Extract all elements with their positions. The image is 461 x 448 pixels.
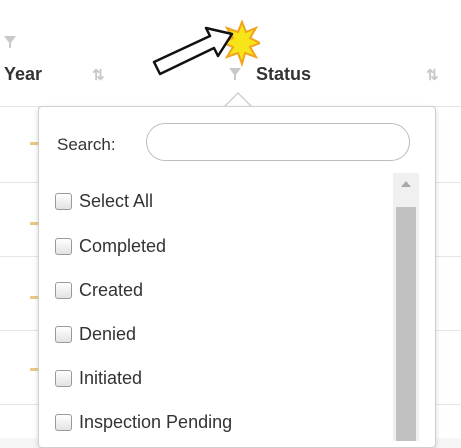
option-label: Select All <box>79 191 154 211</box>
filter-option-created[interactable]: Created <box>55 278 395 308</box>
checkbox[interactable] <box>55 326 72 343</box>
cell-edge <box>30 296 38 299</box>
checkbox[interactable] <box>55 193 72 210</box>
filter-options-list: Select All Completed Created Denied Init… <box>55 175 395 447</box>
option-label: Created <box>79 280 144 300</box>
year-filter-icon[interactable] <box>4 36 16 48</box>
option-label: Initiated <box>79 368 143 388</box>
annotation-arrow-icon <box>152 19 260 76</box>
checkbox[interactable] <box>55 370 72 387</box>
filter-option-inspection-pending[interactable]: Inspection Pending <box>55 410 395 440</box>
cell-edge <box>30 222 38 225</box>
filter-option-select-all[interactable]: Select All <box>55 189 395 219</box>
filter-option-completed[interactable]: Completed <box>55 234 395 264</box>
checkbox[interactable] <box>55 238 72 255</box>
cell-edge <box>30 368 38 371</box>
checkbox[interactable] <box>55 282 72 299</box>
option-label: Denied <box>79 324 137 344</box>
column-header-year[interactable]: Year <box>4 64 42 85</box>
cell-edge <box>30 142 38 145</box>
filter-search-input[interactable] <box>146 123 410 161</box>
status-filter-dropdown: Search: Select All Completed Created Den… <box>38 106 436 448</box>
options-scrollbar[interactable] <box>393 173 419 441</box>
option-label: Inspection Pending <box>79 412 233 432</box>
option-label: Completed <box>79 236 167 256</box>
checkbox[interactable] <box>55 414 72 431</box>
search-label: Search: <box>57 135 116 154</box>
column-header-status[interactable]: Status <box>256 64 311 85</box>
status-sort-icon[interactable]: ⇅ <box>426 66 439 84</box>
year-sort-icon[interactable]: ⇅ <box>92 66 105 84</box>
starburst-icon <box>220 19 260 68</box>
scroll-up-arrow-icon[interactable] <box>401 181 411 187</box>
filter-option-initiated[interactable]: Initiated <box>55 366 395 396</box>
filter-option-denied[interactable]: Denied <box>55 322 395 352</box>
scroll-thumb[interactable] <box>396 207 416 441</box>
